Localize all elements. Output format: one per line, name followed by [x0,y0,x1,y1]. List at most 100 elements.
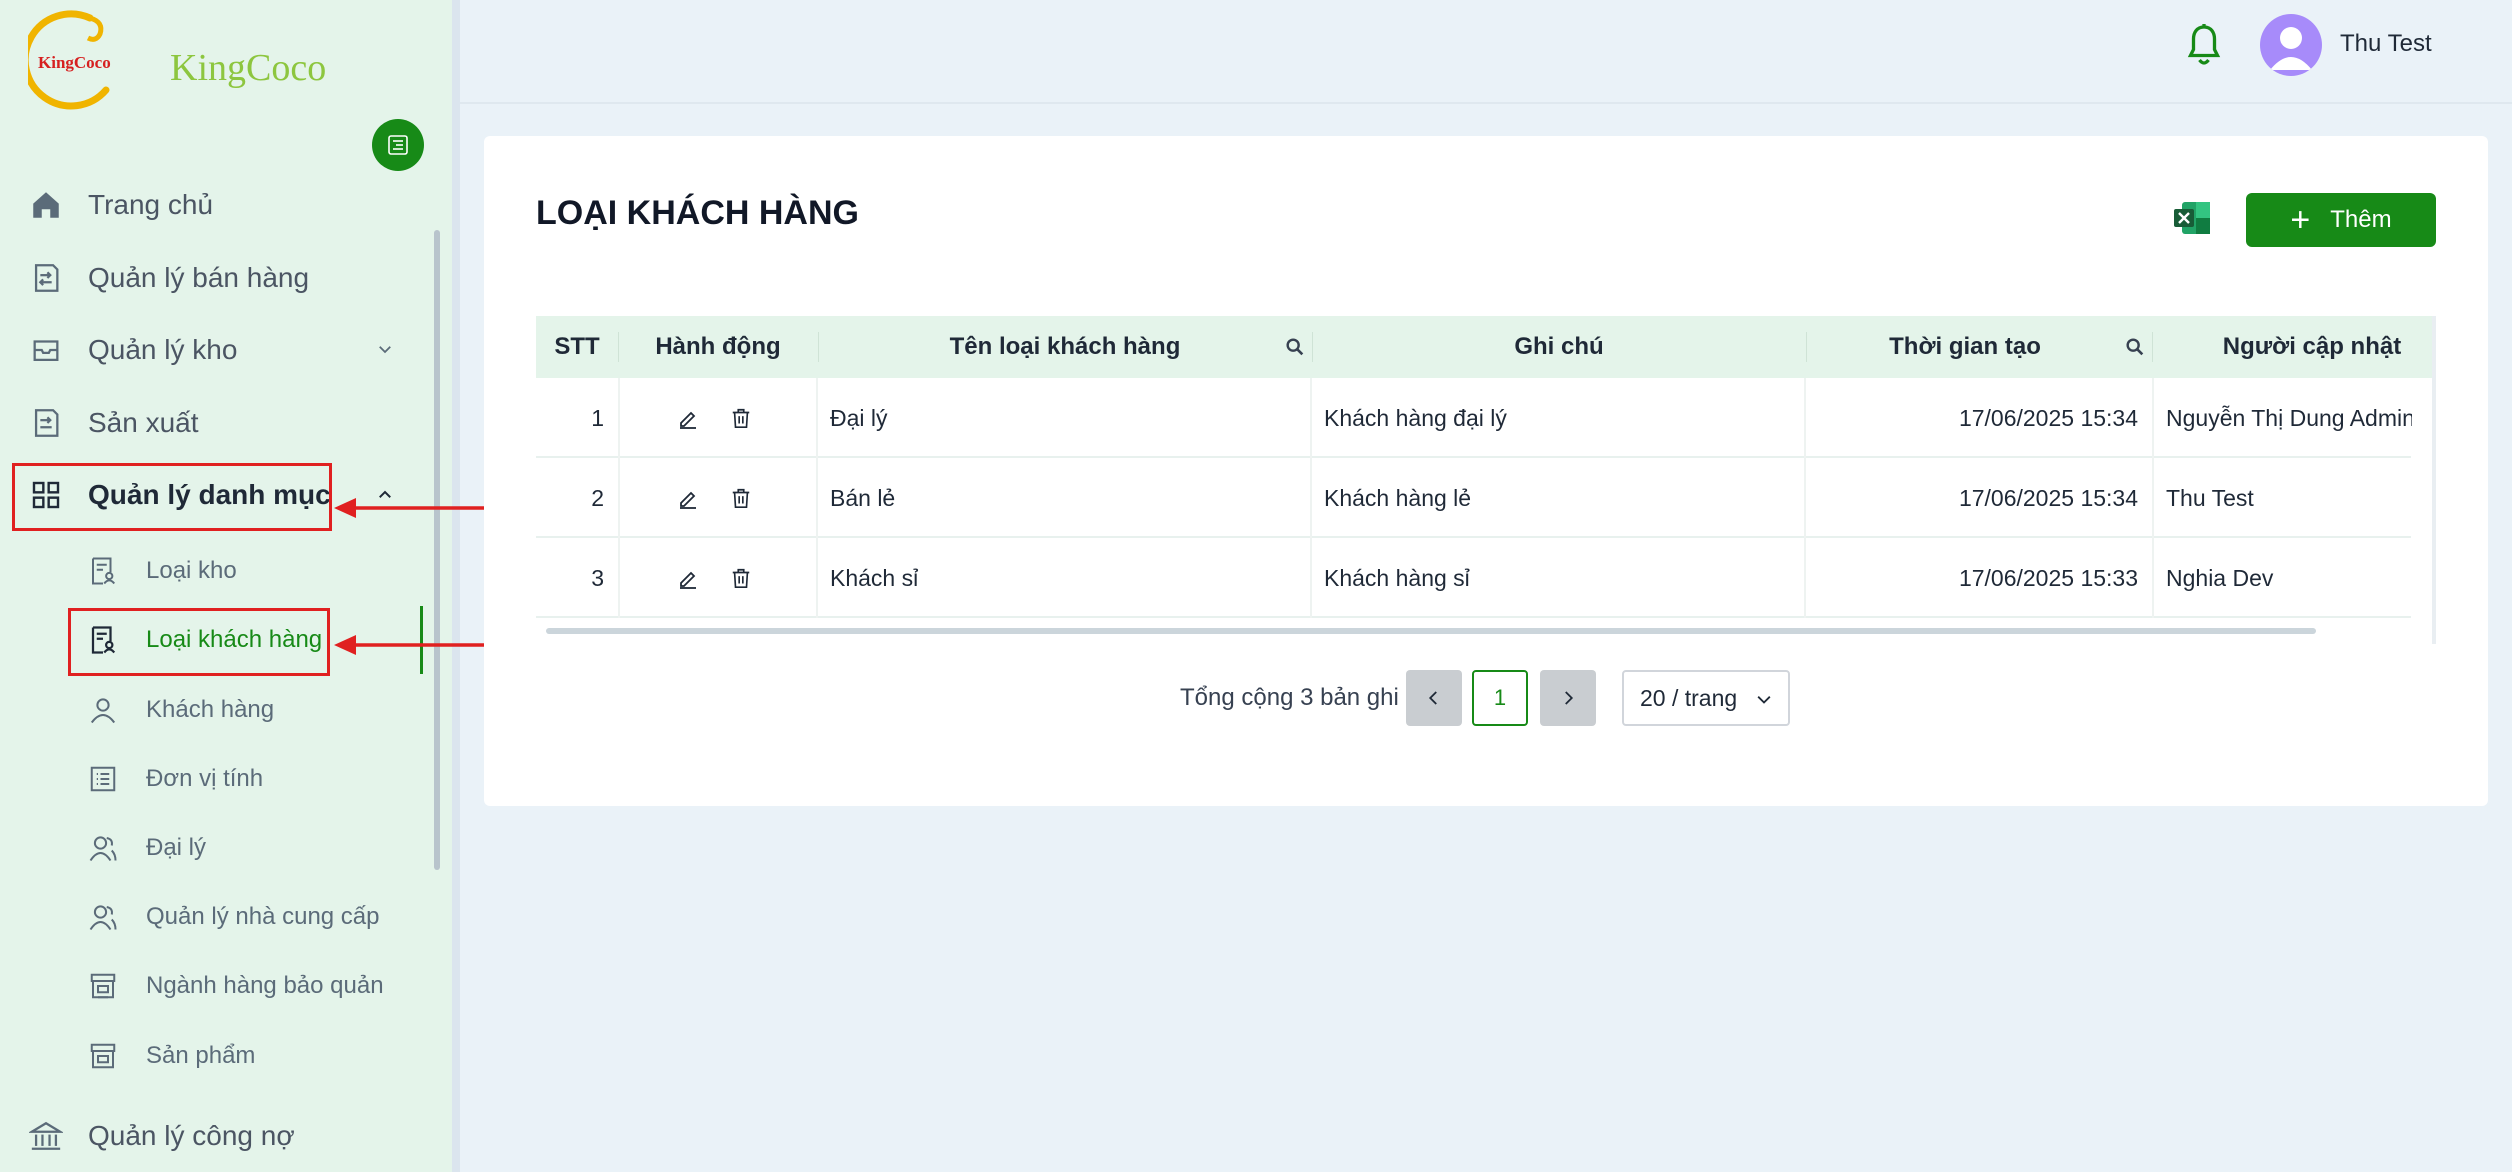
notification-bell-icon[interactable] [2186,22,2222,68]
cell-updated-by: Nghia Dev [2166,564,2274,591]
doc-user-icon [86,554,120,588]
sidebar-subitem-label: Quản lý nhà cung cấp [146,903,380,930]
prev-page-button[interactable] [1406,670,1462,726]
edit-icon[interactable] [676,378,706,458]
store-icon [86,969,120,1003]
chevron-down-icon [1757,696,1771,704]
column-line [618,378,620,618]
sidebar-item-debt[interactable]: Quản lý công nợ [28,1107,295,1165]
cell-name: Bán lẻ [830,484,896,511]
sidebar-subitem-product[interactable]: Sản phẩm [86,1030,255,1082]
edit-icon[interactable] [676,458,706,538]
sidebar-subitem-label: Đại lý [146,834,207,861]
cell-name: Khách sỉ [830,564,919,591]
svg-text:KingCoco: KingCoco [38,53,111,72]
cell-note: Khách hàng lẻ [1324,484,1472,511]
pagination-total: Tổng cộng 3 bản ghi [1180,684,1399,711]
sidebar-scrollbar[interactable] [434,230,440,870]
edit-icon[interactable] [676,538,706,618]
sidebar-subitem-agency[interactable]: Đại lý [86,822,206,874]
production-icon [28,405,64,441]
sidebar-subitem-label: Đơn vị tính [146,765,264,792]
logo-text: KingCoco [170,47,327,89]
cell-created: 17/06/2025 15:34 [1958,484,2138,511]
sidebar-subitem-label: Loại kho [146,557,237,584]
header-username[interactable]: Thu Test [2340,30,2432,58]
column-header-action: Hành động [655,333,781,360]
excel-export-icon[interactable] [2172,198,2212,238]
next-page-button[interactable] [1540,670,1596,726]
column-header-stt: STT [554,333,600,360]
column-header-name: Tên loại khách hàng [949,333,1181,360]
sidebar-item-production[interactable]: Sản xuất [28,394,199,452]
cell-stt: 3 [591,564,604,591]
collapse-sidebar-button[interactable] [372,119,424,171]
page-title: LOẠI KHÁCH HÀNG [536,194,859,232]
cell-updated-by: Thu Test [2166,484,2254,511]
logo-mark-icon: KingCoco [28,10,111,110]
search-icon[interactable] [1284,336,1306,358]
annotation-highlight-customer-type [68,608,330,676]
user-avatar-icon [2270,27,2312,70]
cell-created: 17/06/2025 15:33 [1958,564,2138,591]
delete-icon[interactable] [730,538,760,618]
sidebar-item-warehouse[interactable]: Quản lý kho [28,321,237,379]
sidebar-item-label: Quản lý bán hàng [88,262,310,293]
cell-updated-by: Nguyễn Thị Dung Admin [2166,404,2412,431]
sidebar-subitem-unit[interactable]: Đơn vị tính [86,753,263,805]
menu-collapse-icon [388,135,408,155]
sidebar-subitem-storage-category[interactable]: Ngành hàng bảo quản [86,960,384,1012]
sidebar-item-sales[interactable]: Quản lý bán hàng [28,249,309,307]
cell-note: Khách hàng đại lý [1324,404,1507,431]
sidebar-subitem-supplier[interactable]: Quản lý nhà cung cấp [86,891,380,943]
delete-icon[interactable] [730,458,760,538]
page-size-value: 20 / trang [1640,684,1738,711]
table-fixed-edge [2432,316,2436,644]
sidebar-divider [452,0,460,1172]
kingcoco-logo[interactable]: KingCoco KingCoco [28,10,328,110]
sidebar-item-label: Quản lý công nợ [88,1120,295,1151]
sidebar-item-label: Trang chủ [88,189,214,220]
sidebar-subitem-label: Sản phẩm [146,1042,256,1069]
sidebar-subitem-label: Khách hàng [146,696,275,723]
table-header: STT Hành động Tên loại khách hàng Ghi ch… [536,316,2436,378]
chevron-right-icon [1565,691,1574,705]
list-icon [86,762,120,796]
users-icon [86,831,120,865]
column-header-created: Thời gian tạo [1889,333,2041,360]
column-line [816,378,818,618]
sidebar: KingCoco KingCoco Trang chủ Quản lý bán … [0,0,452,1172]
annotation-highlight-categories [12,463,332,531]
user-icon [86,693,120,727]
users-icon [86,900,120,934]
cell-stt: 2 [591,484,604,511]
customer-type-table: STT Hành động Tên loại khách hàng Ghi ch… [536,316,2436,642]
add-button-label: Thêm [2330,206,2392,233]
bank-icon [28,1118,64,1154]
cell-created: 17/06/2025 15:34 [1958,404,2138,431]
sidebar-subitem-customer[interactable]: Khách hàng [86,684,274,736]
store-icon [86,1039,120,1073]
column-line [2152,378,2154,618]
page-size-select[interactable]: 20 / trang [1622,670,1790,726]
plus-icon: + [2290,201,2311,239]
add-button[interactable]: + Thêm [2246,193,2436,247]
delete-icon[interactable] [730,378,760,458]
chevron-left-icon [1428,691,1437,705]
sidebar-item-home[interactable]: Trang chủ [28,176,213,234]
cell-note: Khách hàng sỉ [1324,564,1470,591]
sidebar-item-label: Quản lý kho [88,334,238,365]
table-horizontal-scrollbar[interactable] [546,628,2316,634]
sidebar-subitem-warehouse-type[interactable]: Loại kho [86,545,237,597]
page-button-current[interactable]: 1 [1472,670,1528,726]
cell-stt: 1 [591,404,604,431]
sidebar-item-label: Sản xuất [88,407,199,438]
search-icon[interactable] [2124,336,2146,358]
sales-icon [28,260,64,296]
sidebar-subitem-label: Ngành hàng bảo quản [146,972,384,999]
avatar[interactable] [2260,14,2322,76]
chevron-down-icon[interactable] [372,336,398,362]
column-line [1804,378,1806,618]
cell-name: Đại lý [830,404,888,431]
column-line [1310,378,1312,618]
